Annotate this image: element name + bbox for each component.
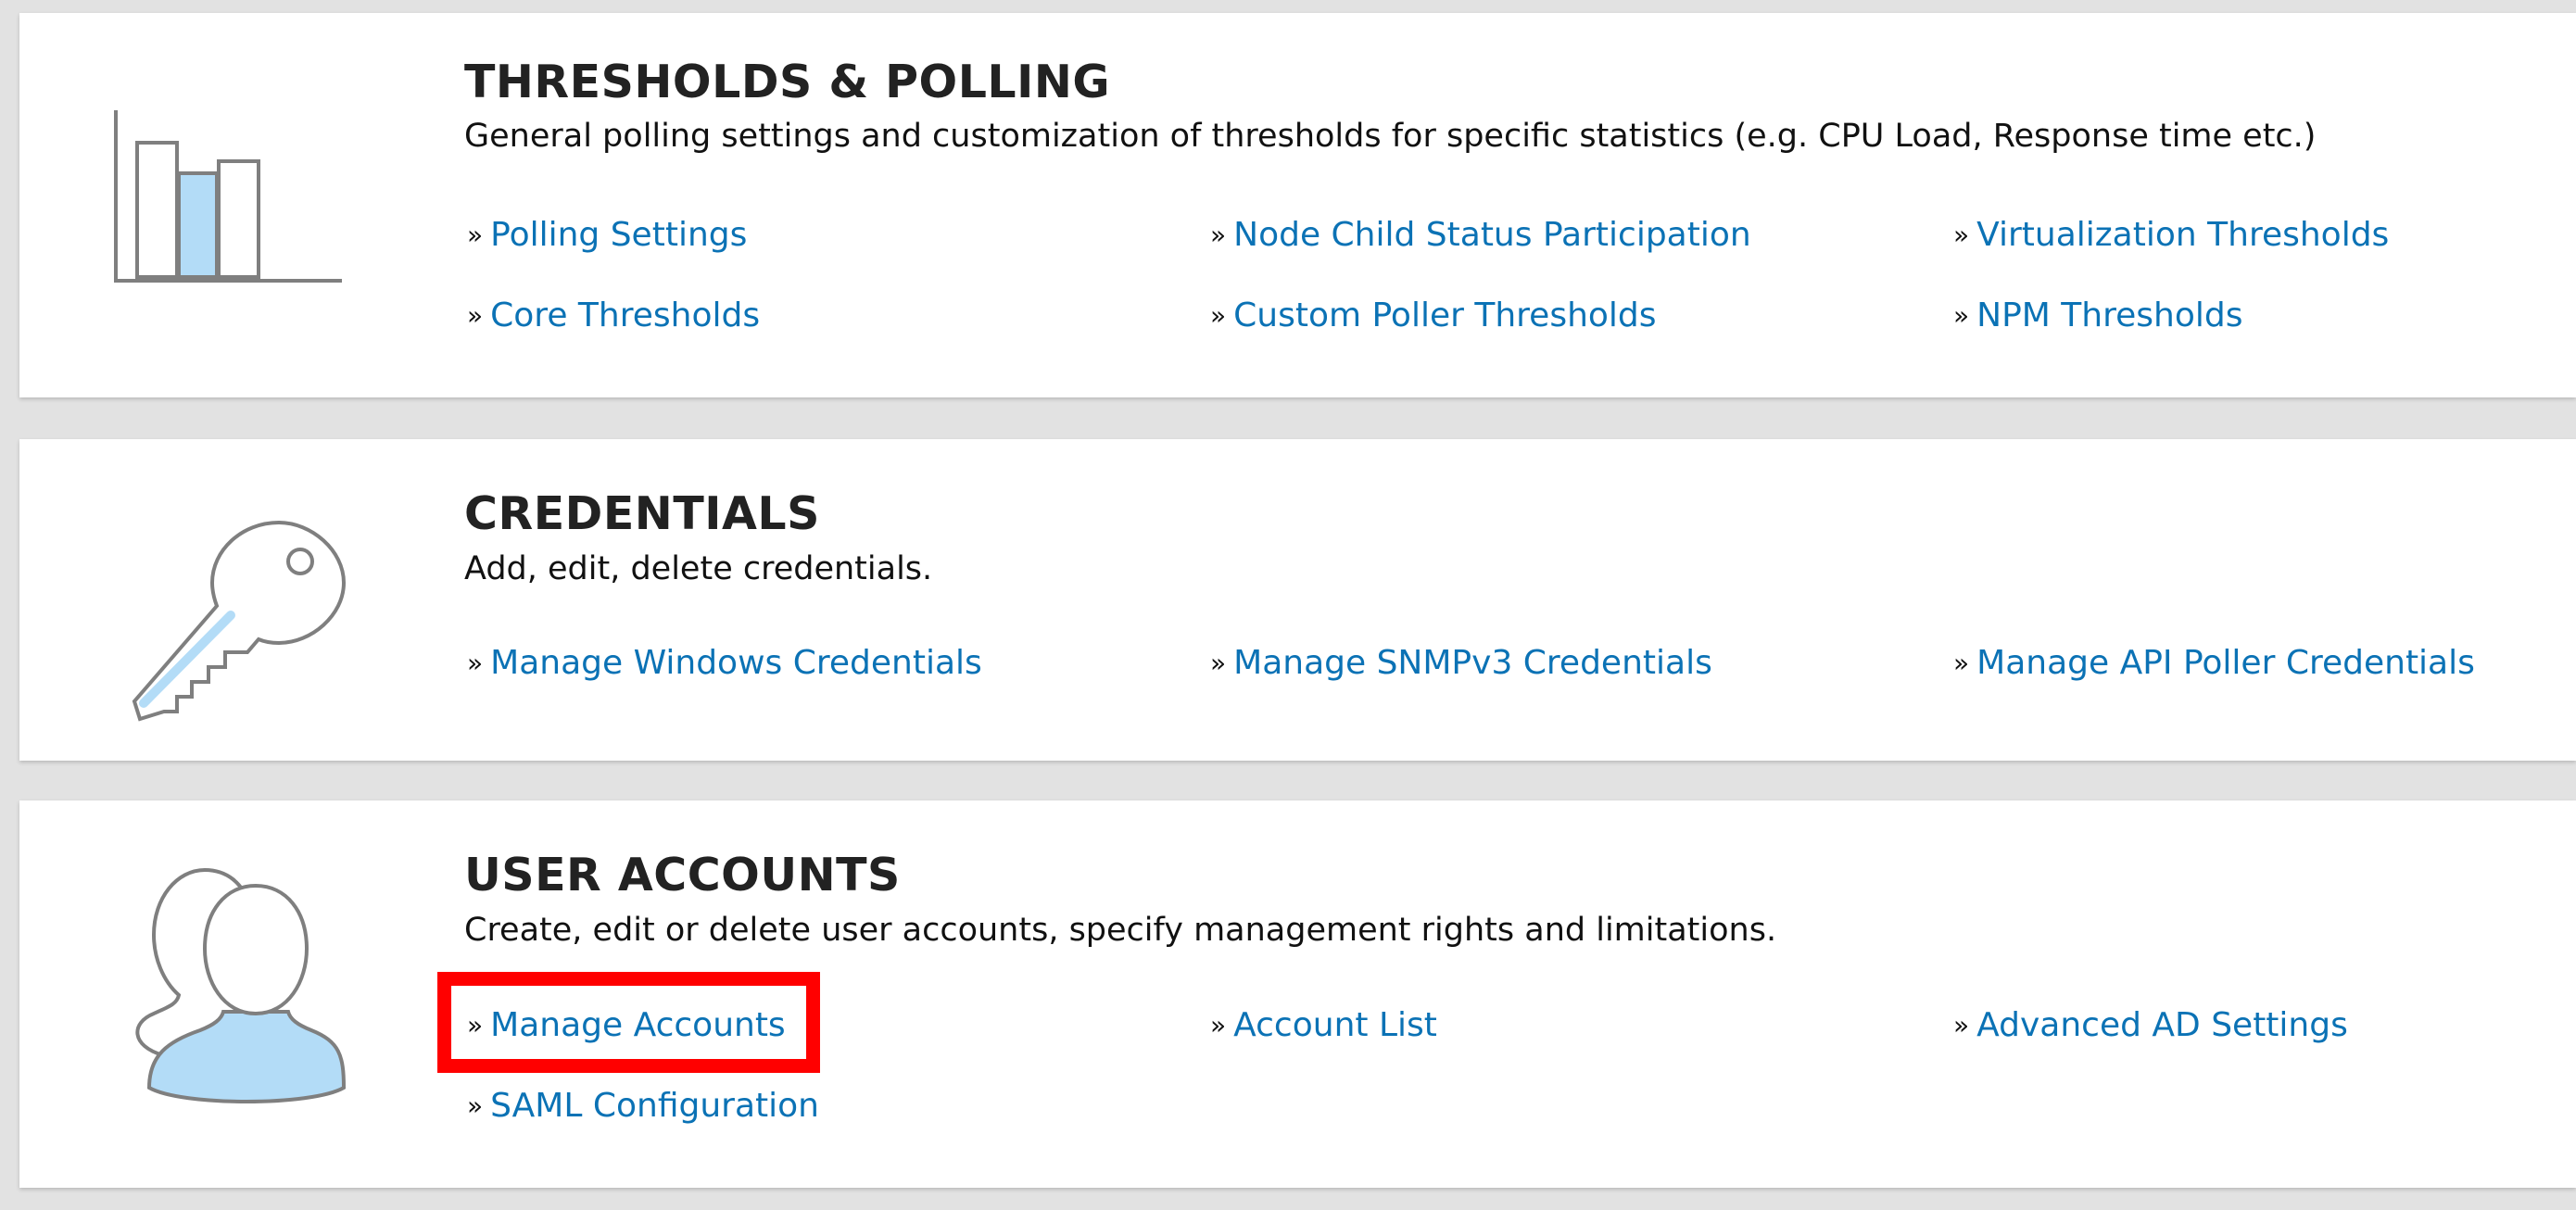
bullet-icon: » <box>1953 648 1970 678</box>
core-thresholds-link[interactable]: » Core Thresholds <box>467 294 760 338</box>
bar-chart-icon <box>112 106 353 291</box>
user-accounts-section: USER ACCOUNTS Create, edit or delete use… <box>19 800 2576 1188</box>
bullet-icon: » <box>467 300 484 331</box>
link-label: Manage SNMPv3 Credentials <box>1233 644 1712 682</box>
link-label: Manage Windows Credentials <box>490 644 982 682</box>
link-label: Core Thresholds <box>490 296 761 334</box>
section-description: General polling settings and customizati… <box>464 118 2317 155</box>
link-label: Virtualization Thresholds <box>1976 216 2390 254</box>
key-icon <box>112 513 353 726</box>
bullet-icon: » <box>1210 220 1227 250</box>
link-label: Account List <box>1233 1006 1437 1044</box>
section-description: Create, edit or delete user accounts, sp… <box>464 912 1777 949</box>
manage-snmpv3-credentials-link[interactable]: » Manage SNMPv3 Credentials <box>1210 641 1712 686</box>
bullet-icon: » <box>1210 648 1227 678</box>
bullet-icon: » <box>1953 220 1970 250</box>
credentials-section: CREDENTIALS Add, edit, delete credential… <box>19 439 2576 761</box>
link-label: Node Child Status Participation <box>1233 216 1751 254</box>
section-title: CREDENTIALS <box>464 487 820 540</box>
bullet-icon: » <box>1953 300 1970 331</box>
manage-accounts-link[interactable]: » Manage Accounts <box>467 1003 786 1048</box>
account-list-link[interactable]: » Account List <box>1210 1003 1437 1048</box>
bullet-icon: » <box>467 1010 484 1040</box>
node-child-status-participation-link[interactable]: » Node Child Status Participation <box>1210 213 1751 258</box>
thresholds-polling-section: THRESHOLDS & POLLING General polling set… <box>19 13 2576 397</box>
section-title: USER ACCOUNTS <box>464 849 901 901</box>
bullet-icon: » <box>1953 1010 1970 1040</box>
npm-thresholds-link[interactable]: » NPM Thresholds <box>1953 294 2242 338</box>
section-title: THRESHOLDS & POLLING <box>464 56 1111 108</box>
custom-poller-thresholds-link[interactable]: » Custom Poller Thresholds <box>1210 294 1657 338</box>
link-label: Manage API Poller Credentials <box>1976 644 2475 682</box>
link-label: Advanced AD Settings <box>1976 1006 2348 1044</box>
link-label: Custom Poller Thresholds <box>1233 296 1657 334</box>
section-description: Add, edit, delete credentials. <box>464 550 933 587</box>
manage-api-poller-credentials-link[interactable]: » Manage API Poller Credentials <box>1953 641 2475 686</box>
users-icon <box>112 856 353 1106</box>
bullet-icon: » <box>1210 300 1227 331</box>
link-label: Polling Settings <box>490 216 748 254</box>
link-label: NPM Thresholds <box>1976 296 2243 334</box>
polling-settings-link[interactable]: » Polling Settings <box>467 213 747 258</box>
virtualization-thresholds-link[interactable]: » Virtualization Thresholds <box>1953 213 2389 258</box>
bullet-icon: » <box>467 1090 484 1121</box>
manage-windows-credentials-link[interactable]: » Manage Windows Credentials <box>467 641 982 686</box>
saml-configuration-link[interactable]: » SAML Configuration <box>467 1084 819 1128</box>
bullet-icon: » <box>467 648 484 678</box>
bullet-icon: » <box>467 220 484 250</box>
bullet-icon: » <box>1210 1010 1227 1040</box>
link-label: Manage Accounts <box>490 1006 786 1044</box>
advanced-ad-settings-link[interactable]: » Advanced AD Settings <box>1953 1003 2348 1048</box>
link-label: SAML Configuration <box>490 1087 819 1125</box>
